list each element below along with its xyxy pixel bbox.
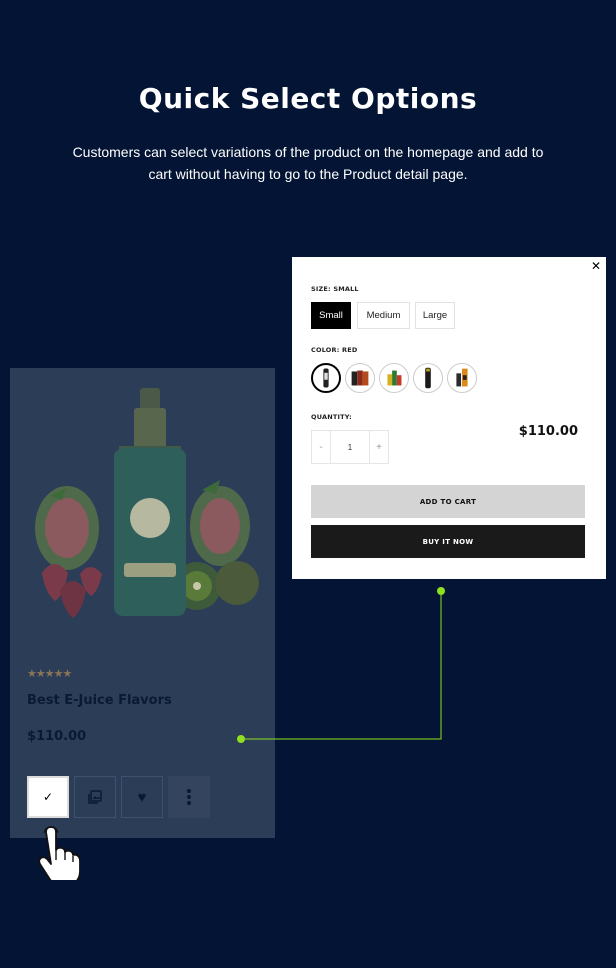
pointer-hand-icon	[38, 826, 80, 880]
more-icon	[187, 789, 191, 805]
product-card[interactable]: ★★★★★ Best E-Juice Flavors $110.00 ✓ ♥	[10, 368, 275, 838]
product-name[interactable]: Best E-Juice Flavors	[27, 693, 172, 708]
color-swatch-4[interactable]	[413, 363, 443, 393]
quick-select-button[interactable]: ✓	[27, 776, 69, 818]
page-title: Quick Select Options	[138, 82, 478, 115]
more-options-button[interactable]	[168, 776, 210, 818]
color-swatch-3[interactable]	[379, 363, 409, 393]
size-label: SIZE: SMALL	[311, 285, 359, 293]
wishlist-button[interactable]: ♥	[121, 776, 163, 818]
page-subtitle: Customers can select variations of the p…	[72, 144, 544, 182]
product-image[interactable]	[22, 378, 267, 628]
check-icon: ✓	[42, 790, 54, 804]
rating-stars: ★★★★★	[27, 668, 72, 680]
color-swatch-1[interactable]	[311, 363, 341, 393]
quantity-label: QUANTITY:	[311, 413, 352, 421]
size-option-large[interactable]: Large	[415, 302, 455, 329]
gallery-icon	[88, 790, 102, 804]
quantity-increase-button[interactable]: +	[370, 431, 388, 463]
product-price: $110.00	[27, 729, 87, 744]
size-option-small[interactable]: Small	[311, 302, 351, 329]
quick-select-popup: ✕ SIZE: SMALL Small Medium Large COLOR: …	[292, 257, 606, 579]
gallery-button[interactable]	[74, 776, 116, 818]
color-swatch-5[interactable]	[447, 363, 477, 393]
color-label: COLOR: RED	[311, 346, 358, 354]
quantity-decrease-button[interactable]: -	[312, 431, 330, 463]
quantity-input[interactable]: 1	[330, 431, 370, 463]
close-icon[interactable]: ✕	[591, 259, 601, 273]
quantity-stepper[interactable]: - 1 +	[311, 430, 389, 464]
add-to-cart-button[interactable]: ADD TO CART	[311, 485, 585, 518]
buy-it-now-button[interactable]: BUY IT NOW	[311, 525, 585, 558]
popup-price: $110.00	[518, 424, 578, 439]
heart-icon: ♥	[137, 788, 147, 806]
size-option-medium[interactable]: Medium	[357, 302, 410, 329]
color-swatch-2[interactable]	[345, 363, 375, 393]
